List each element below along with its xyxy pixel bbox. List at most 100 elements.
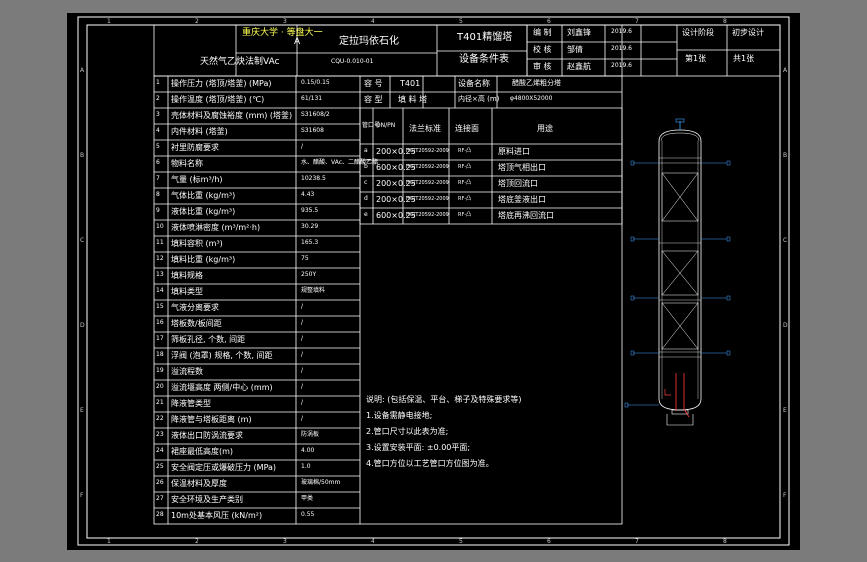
packing-bed-cross [661, 302, 699, 350]
zone-row-left: F [80, 492, 84, 499]
nozzle-face: RF-凸 [458, 164, 472, 170]
param-no: 1 [156, 79, 160, 86]
zone-row-left: E [80, 407, 84, 414]
nozzle-flange [726, 350, 731, 356]
param-value: / [301, 335, 304, 342]
spec-key: 容 号 [364, 79, 383, 88]
nozzle-flange [726, 295, 731, 301]
param-no: 24 [156, 447, 164, 454]
param-label: 内件材料 (塔釜) [171, 127, 228, 136]
param-label: 液体出口防涡流要求 [171, 431, 243, 440]
note-item: 1.设备需静电接地; [366, 411, 433, 420]
zone-row-right: E [783, 407, 787, 414]
param-value: / [301, 319, 304, 326]
param-value: 165.3 [301, 239, 319, 246]
zone-row-left: A [80, 67, 85, 74]
param-no: 13 [156, 271, 164, 278]
packing-bed-cross [661, 172, 699, 222]
zone-col-bottom: 7 [635, 538, 639, 545]
zone-col-bottom: 6 [547, 538, 551, 545]
param-value: 935.5 [301, 207, 319, 214]
nozzle-standard: HG/T20592-2009 [406, 148, 449, 154]
nozzle-id: a [364, 147, 368, 154]
nozzle-flange [726, 160, 731, 166]
param-no: 9 [156, 207, 160, 214]
zone-col-bottom: 5 [459, 538, 463, 545]
skirt [666, 414, 694, 426]
param-no: 4 [156, 127, 160, 134]
nozzle-id: d [364, 195, 368, 202]
param-no: 3 [156, 111, 160, 118]
param-value: 甲类 [301, 495, 314, 502]
nozzle-face: RF-凸 [458, 196, 472, 202]
param-label: 裙座最低高度(m) [171, 447, 234, 456]
param-value: 规整填料 [301, 287, 326, 294]
role-label: 审 核 [533, 62, 552, 71]
param-value: S31608/2 [301, 111, 330, 118]
nozzle-header: DN/PN [376, 122, 396, 129]
param-label: 筛板孔径, 个数, 间距 [171, 335, 246, 344]
param-value: 75 [301, 255, 309, 262]
zone-col-top: 1 [107, 18, 111, 25]
nozzle-id: e [364, 211, 368, 218]
zone-row-left: B [80, 152, 85, 159]
param-label: 填料容积 (m³) [171, 239, 223, 248]
param-label: 安全阀定压或爆破压力 (MPa) [171, 463, 277, 472]
param-label: 填料类型 [171, 287, 203, 296]
param-no: 22 [156, 415, 164, 422]
note-item: 2.管口尺寸以此表为准; [366, 427, 449, 436]
param-label: 气体比重 (kg/m³) [171, 191, 236, 200]
param-label: 安全环境及生产类别 [171, 495, 243, 504]
zone-row-left: C [80, 237, 85, 244]
stage-label: 设计阶段 [682, 28, 714, 37]
role-date: 2019.6 [611, 45, 632, 52]
role-label: 校 核 [533, 45, 552, 54]
nozzle-use: 塔底釜液出口 [498, 195, 546, 204]
zone-col-top: 5 [459, 18, 463, 25]
param-value: / [301, 367, 304, 374]
param-no: 28 [156, 511, 164, 518]
zone-row-right: C [783, 237, 788, 244]
nozzle-flange [726, 236, 731, 242]
nozzle-standard: HG/T20592-2009 [406, 180, 449, 186]
zone-row-left: D [80, 322, 85, 329]
stage-value: 初步设计 [732, 28, 764, 37]
role-name: 邹倩 [567, 45, 583, 54]
param-no: 7 [156, 175, 160, 182]
param-label: 气量 (标m³/h) [171, 175, 223, 184]
param-no: 10 [156, 223, 164, 230]
role-name: 赵鑫航 [567, 62, 591, 71]
param-value: 30.29 [301, 223, 319, 230]
param-no: 27 [156, 495, 164, 502]
role-date: 2019.6 [611, 28, 632, 35]
param-no: 17 [156, 335, 164, 342]
param-no: 16 [156, 319, 164, 326]
param-value: 61/131 [301, 95, 323, 102]
param-value: / [301, 303, 304, 310]
spec-value: 醋酸乙烯粗分塔 [512, 79, 561, 87]
param-value: 4.00 [301, 447, 315, 454]
param-label: 物料名称 [171, 159, 203, 168]
nozzle-standard: HG/T20592-2009 [406, 196, 449, 202]
param-label: 衬里防腐要求 [171, 143, 219, 152]
param-no: 8 [156, 191, 160, 198]
nozzle-header: 用途 [537, 124, 553, 133]
param-no: 6 [156, 159, 160, 166]
nozzle-face: RF-凸 [458, 180, 472, 186]
nozzle-face: RF-凸 [458, 148, 472, 154]
param-value: / [301, 383, 304, 390]
param-value: 防涡板 [301, 431, 320, 438]
nozzle-header: 连接面 [455, 124, 479, 133]
role-label: 编 制 [533, 28, 552, 37]
spec-value: T401 [400, 79, 421, 88]
param-no: 2 [156, 95, 160, 102]
nozzle-header: 法兰标准 [409, 124, 441, 133]
param-no: 19 [156, 367, 164, 374]
nozzle-id: b [364, 163, 368, 170]
zone-col-top: 3 [283, 18, 287, 25]
param-value: 10238.5 [301, 175, 326, 182]
sheet-number: 第1张 [685, 54, 707, 63]
zone-row-right: D [783, 322, 788, 329]
param-value: 4.43 [301, 191, 315, 198]
zone-col-bottom: 1 [107, 538, 111, 545]
